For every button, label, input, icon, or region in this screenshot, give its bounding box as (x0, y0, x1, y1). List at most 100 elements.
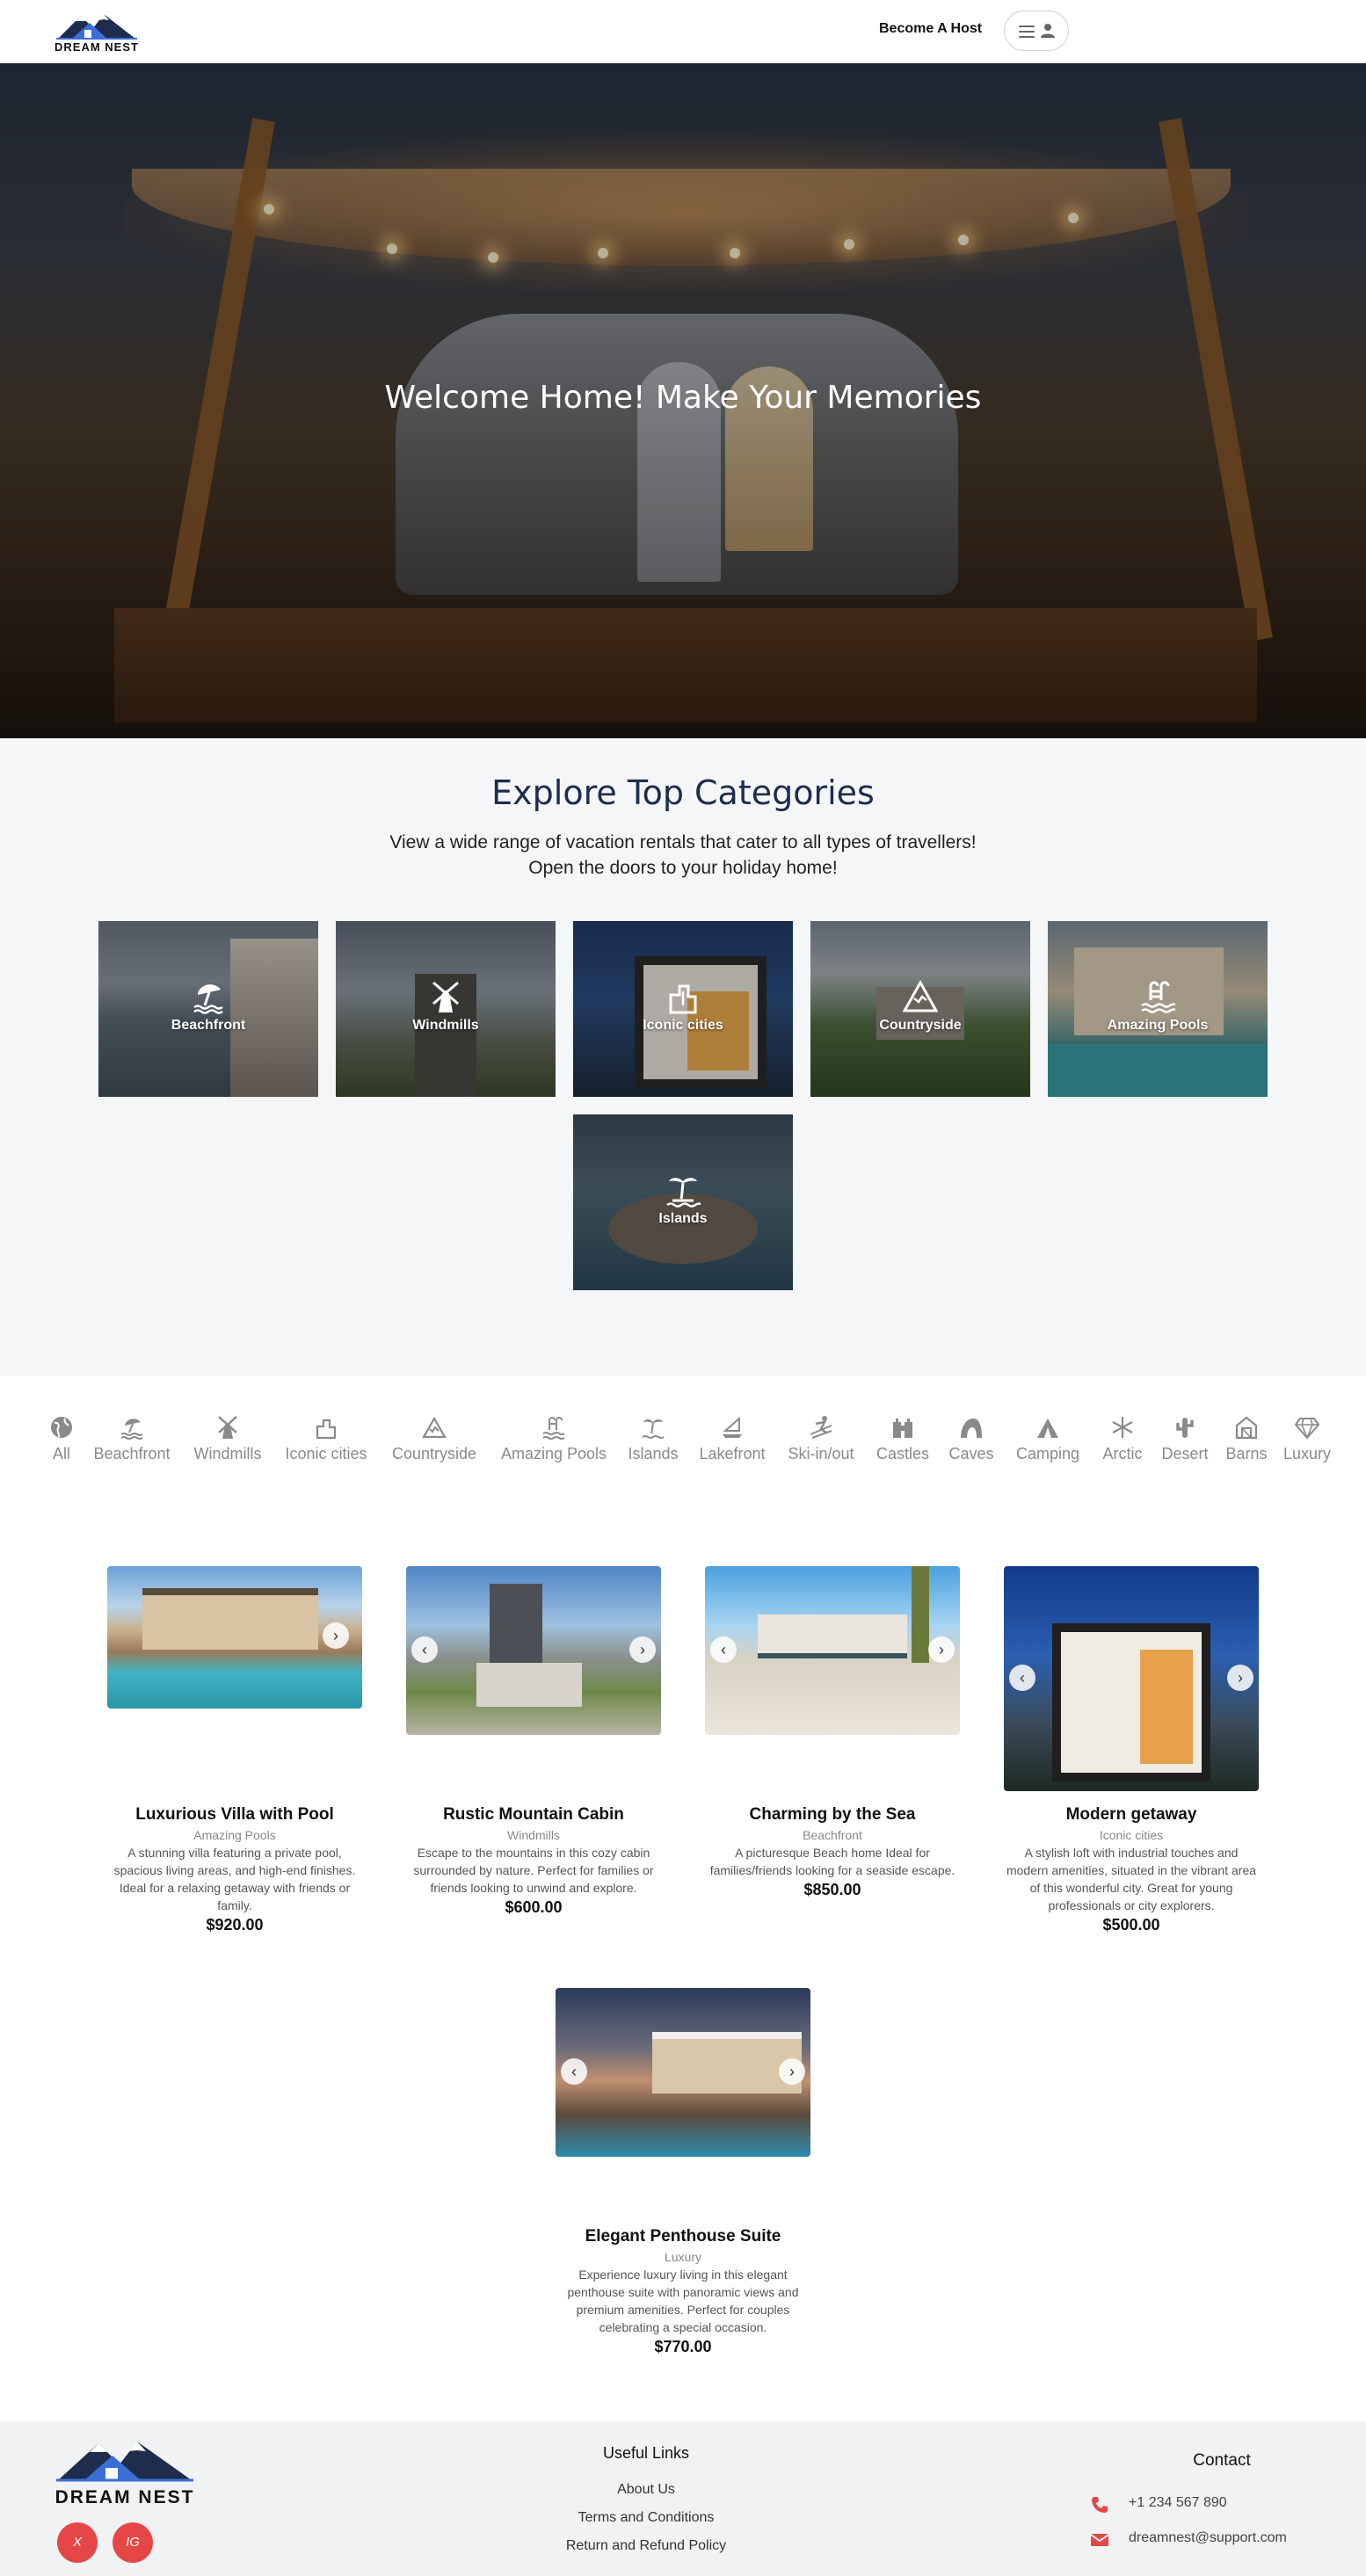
filter-lakefront[interactable]: Lakefront (693, 1415, 772, 1468)
x-social-icon[interactable]: X (57, 2522, 98, 2563)
listing-price: $920.00 (206, 1916, 264, 1934)
category-card-windmills[interactable]: Windmills (336, 921, 556, 1097)
filter-camping[interactable]: Camping (1007, 1415, 1088, 1468)
category-card-label: Iconic cities (643, 1018, 723, 1033)
category-card-amazing-pools[interactable]: Amazing Pools (1048, 921, 1268, 1097)
listing-info: Luxurious Villa with Pool Amazing Pools … (107, 1805, 362, 1934)
listing-photo[interactable]: ‹ › (556, 1988, 810, 2157)
category-card-islands[interactable]: Islands (573, 1114, 793, 1290)
become-host-link[interactable]: Become A Host (879, 21, 982, 37)
category-card-label: Amazing Pools (1107, 1018, 1209, 1033)
listing-beach-house-shape (758, 1615, 907, 1658)
filter-arctic[interactable]: Arctic (1094, 1415, 1152, 1468)
filter-desert[interactable]: Desert (1155, 1415, 1215, 1468)
categories-section: Explore Top Categories View a wide range… (0, 738, 1366, 1375)
palm-island-icon (642, 1419, 665, 1439)
prev-photo-button[interactable]: ‹ (1009, 1665, 1035, 1691)
refund-policy-link[interactable]: Return and Refund Policy (527, 2538, 765, 2566)
listing-title[interactable]: Elegant Penthouse Suite (556, 2227, 810, 2246)
next-photo-button[interactable]: › (928, 1636, 955, 1663)
filter-barns[interactable]: Barns (1220, 1415, 1273, 1468)
listing-description: A stunning villa featuring a private poo… (113, 1846, 356, 1912)
listing-title[interactable]: Rustic Mountain Cabin (406, 1805, 661, 1825)
category-card-label: Countryside (879, 1018, 962, 1033)
category-card-beachfront[interactable]: Beachfront (98, 921, 318, 1097)
listing-info: Charming by the Sea Beachfront A picture… (705, 1805, 960, 1899)
filter-label: Luxury (1282, 1445, 1332, 1462)
filter-label: Camping (1015, 1445, 1080, 1462)
filter-castles[interactable]: Castles (870, 1415, 935, 1468)
next-photo-button[interactable]: › (779, 2058, 805, 2085)
listing-category: Luxury (664, 2250, 702, 2264)
prev-photo-button[interactable]: ‹ (561, 2058, 587, 2085)
filter-beachfront[interactable]: Beachfront (86, 1415, 178, 1468)
filter-label: Desert (1161, 1445, 1209, 1462)
listing-info: Rustic Mountain Cabin Windmills Escape t… (406, 1805, 661, 1917)
skier-icon (810, 1416, 832, 1439)
listing-garage-shape (476, 1663, 582, 1707)
listing-photo[interactable]: ‹ › (406, 1566, 661, 1735)
windmill-icon (218, 1416, 237, 1439)
listing-category: Iconic cities (1099, 1828, 1164, 1842)
listing-photo[interactable]: ‹ › (1004, 1566, 1259, 1791)
listing-price: $850.00 (803, 1881, 861, 1898)
mountain-icon (422, 1416, 447, 1439)
filter-label: Islands (628, 1445, 679, 1462)
category-card-iconic-cities[interactable]: Iconic cities (573, 921, 793, 1097)
category-card-label: Islands (658, 1211, 708, 1226)
email-icon (1090, 2534, 1109, 2546)
filter-caves[interactable]: Caves (942, 1415, 1000, 1468)
user-menu-button[interactable] (1004, 11, 1069, 51)
listing-category: Amazing Pools (193, 1828, 276, 1842)
filter-luxury[interactable]: Luxury (1278, 1415, 1336, 1468)
contact-email[interactable]: dreamnest@support.com (1129, 2530, 1287, 2545)
filter-label: Iconic cities (285, 1445, 367, 1462)
prev-photo-button[interactable]: ‹ (411, 1636, 438, 1663)
listing-palm-shape (912, 1566, 929, 1663)
logo[interactable]: DREAM NEST (54, 9, 139, 54)
contact-phone[interactable]: +1 234 567 890 (1129, 2495, 1227, 2510)
next-photo-button[interactable]: › (323, 1622, 349, 1649)
listing-price: $600.00 (505, 1898, 563, 1916)
beach-umbrella-icon (193, 984, 223, 1014)
listing-category: Windmills (507, 1828, 560, 1842)
category-card-countryside[interactable]: Countryside (810, 921, 1030, 1097)
prev-photo-button[interactable]: ‹ (710, 1636, 737, 1663)
terms-link[interactable]: Terms and Conditions (527, 2510, 765, 2538)
listing-photo[interactable]: › (107, 1566, 362, 1709)
about-us-link[interactable]: About Us (527, 2482, 765, 2510)
filter-islands[interactable]: Islands (622, 1415, 684, 1468)
filter-label: Countryside (391, 1445, 477, 1462)
hero-banner: Welcome Home! Make Your Memories (0, 63, 1366, 738)
next-photo-button[interactable]: › (629, 1636, 656, 1663)
listing-title[interactable]: Modern getaway (1004, 1805, 1259, 1825)
filter-windmills[interactable]: Windmills (188, 1415, 267, 1468)
footer-logo[interactable]: DREAM NEST (54, 2435, 195, 2514)
filter-label: Lakefront (699, 1445, 766, 1462)
pool-icon (542, 1417, 565, 1440)
listing-category: Beachfront (803, 1828, 862, 1842)
listing-description: A picturesque Beach home Ideal for famil… (709, 1846, 955, 1877)
next-photo-button[interactable]: › (1227, 1665, 1253, 1691)
snowflake-icon (1112, 1417, 1133, 1438)
filter-all[interactable]: All (44, 1415, 79, 1468)
filter-label: Beachfront (93, 1445, 171, 1462)
categories-subtitle-line2: Open the doors to your holiday home! (528, 858, 838, 878)
listing-title[interactable]: Charming by the Sea (705, 1805, 960, 1825)
filter-label: Arctic (1102, 1445, 1143, 1462)
filter-iconic-cities[interactable]: Iconic cities (278, 1415, 374, 1468)
boat-icon (723, 1416, 742, 1438)
filter-label: Amazing Pools (500, 1445, 607, 1462)
instagram-social-icon[interactable]: IG (113, 2522, 153, 2563)
palm-island-icon (666, 1178, 701, 1208)
contact-email-row: dreamnest@support.com (1090, 2529, 1327, 2564)
listing-description: Experience luxury living in this elegant… (567, 2268, 799, 2334)
cactus-icon (1176, 1418, 1194, 1438)
listing-title[interactable]: Luxurious Villa with Pool (107, 1805, 362, 1825)
filter-amazing-pools[interactable]: Amazing Pools (494, 1415, 614, 1468)
listing-photo[interactable]: ‹ › (705, 1566, 960, 1735)
filter-countryside[interactable]: Countryside (385, 1415, 483, 1468)
globe-icon (51, 1417, 72, 1438)
filter-label: Caves (948, 1445, 994, 1462)
filter-ski-in-out[interactable]: Ski-in/out (779, 1415, 863, 1468)
